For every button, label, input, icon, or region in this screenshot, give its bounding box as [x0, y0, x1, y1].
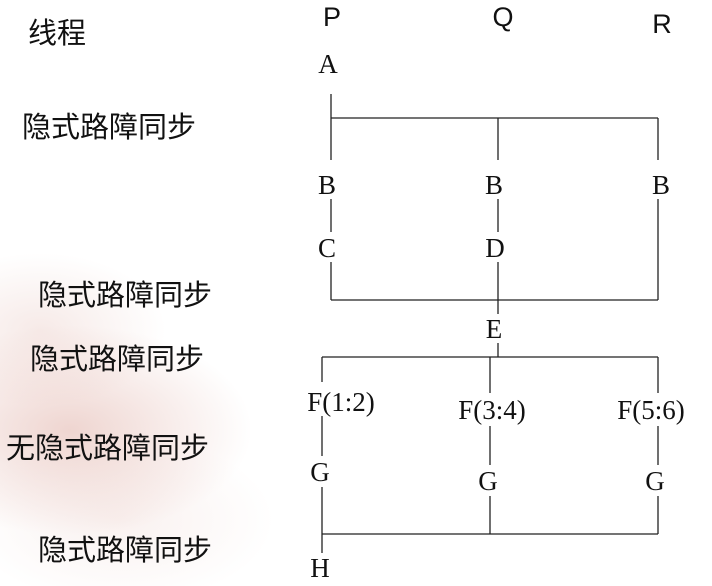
node-c: C: [318, 233, 336, 263]
thread-header-r: R: [652, 9, 672, 39]
node-f-p: F(1:2): [307, 387, 375, 417]
node-h: H: [310, 553, 330, 583]
node-g-p: G: [310, 457, 330, 487]
row-label-barrier-4: 隐式路障同步: [38, 533, 212, 567]
thread-row-label: 线程: [28, 16, 86, 50]
node-b-r: B: [652, 170, 670, 200]
row-label-barrier-2: 隐式路障同步: [38, 278, 212, 312]
node-g-r: G: [645, 466, 665, 496]
thread-barrier-diagram: 线程 P Q R 隐式路障同步 隐式路障同步 隐式路障同步 无隐式路障同步 隐式…: [6, 2, 685, 583]
thread-header-p: P: [323, 2, 341, 32]
row-label-nowait: 无隐式路障同步: [6, 431, 209, 465]
node-a: A: [318, 49, 338, 79]
node-b-p: B: [318, 170, 336, 200]
node-g-q: G: [478, 466, 498, 496]
node-f-r: F(5:6): [617, 395, 685, 425]
node-b-q: B: [485, 170, 503, 200]
node-d: D: [485, 233, 505, 263]
node-e: E: [486, 314, 503, 344]
node-f-q: F(3:4): [458, 395, 526, 425]
row-label-barrier-3: 隐式路障同步: [30, 342, 204, 376]
thread-header-q: Q: [492, 2, 513, 32]
row-label-barrier-1: 隐式路障同步: [22, 110, 196, 144]
